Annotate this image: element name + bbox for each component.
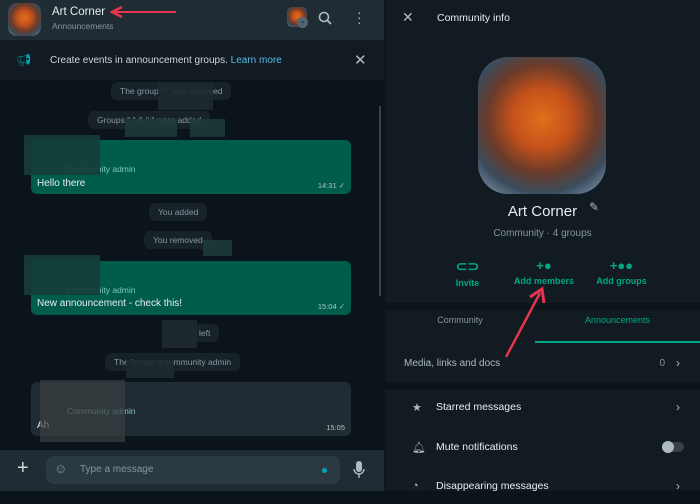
chat-title: Art Corner — [52, 6, 106, 18]
community-photo[interactable] — [478, 57, 606, 194]
community-subtitle: Community · 4 groups — [493, 228, 592, 239]
tab-announcements[interactable]: Announcements — [535, 315, 700, 325]
menu-icon[interactable]: · · · — [357, 5, 362, 29]
starred-messages-row[interactable]: ★ Starred messages › — [385, 389, 700, 425]
megaphone-icon: 📢︎ — [16, 53, 32, 67]
events-banner: 📢︎ Create events in announcement groups.… — [0, 40, 384, 80]
chevron-right-icon: › — [676, 356, 680, 370]
message-placeholder: Type a message — [80, 464, 154, 475]
panel-title: Community info — [437, 12, 510, 24]
close-icon[interactable]: ✕ — [402, 9, 414, 26]
redaction — [158, 82, 213, 110]
annotation-arrow — [504, 286, 546, 358]
banner-text: Create events in announcement groups. — [50, 54, 228, 66]
avatar-redaction — [24, 255, 100, 295]
community-name: Art Corner — [507, 203, 578, 220]
redaction — [203, 240, 232, 256]
chevron-down-icon[interactable]: ⌄ — [297, 17, 308, 28]
active-tab-indicator — [535, 341, 700, 343]
close-banner-icon[interactable]: ✕ — [354, 51, 367, 69]
add-group-icon: +●● — [609, 258, 634, 273]
message-text: Hello there — [37, 178, 86, 189]
link-icon: ⊂⊃ — [455, 258, 480, 274]
add-members-button[interactable]: +● Add members — [505, 258, 583, 286]
bell-icon: 🔔︎ — [412, 441, 426, 454]
star-icon: ★ — [412, 401, 422, 414]
chat-header[interactable]: Art Corner Announcements ⌄ · · · — [0, 0, 384, 40]
scrollbar[interactable] — [379, 106, 381, 296]
divider — [385, 382, 700, 389]
learn-more-link[interactable]: Learn more — [231, 55, 282, 66]
timer-icon: ◔ — [412, 480, 419, 492]
redaction — [190, 119, 225, 137]
message-list[interactable]: The group " " was removed Groups " " & "… — [0, 80, 384, 450]
annotation-arrow — [109, 6, 176, 18]
edit-pencil-icon[interactable]: ✎ — [589, 200, 599, 214]
community-info-panel: ✕ Community info Art Corner ✎ Community … — [385, 0, 700, 493]
disappearing-messages-row[interactable]: ◔ Disappearing messages › — [385, 468, 700, 504]
chat-subtitle: Announcements — [52, 21, 114, 31]
mute-toggle[interactable] — [662, 441, 684, 453]
avatar-redaction — [24, 135, 100, 175]
avatar-redaction — [40, 380, 125, 442]
redaction — [126, 360, 174, 378]
mute-notifications-row[interactable]: 🔔︎ Mute notifications — [385, 429, 700, 465]
media-count: 0 — [659, 357, 665, 369]
community-avatar[interactable] — [8, 3, 41, 36]
search-icon[interactable] — [318, 11, 332, 25]
message-time: 15:05 — [326, 423, 345, 432]
chevron-right-icon: › — [676, 400, 680, 414]
compose-bar: + ☺ Type a message — [0, 450, 384, 491]
system-message: You removed — [144, 231, 212, 249]
message-time: 15:04 ✓ — [317, 302, 345, 311]
redaction — [162, 320, 197, 348]
system-message: You added — [149, 203, 208, 221]
sticker-icon[interactable]: ☺ — [54, 461, 67, 476]
add-groups-button[interactable]: +●● Add groups — [585, 258, 658, 286]
status-dot — [322, 468, 327, 473]
attach-plus-icon[interactable]: + — [17, 457, 29, 480]
redaction — [125, 119, 177, 137]
message-input[interactable]: ☺ Type a message — [46, 456, 340, 484]
chat-panel: Art Corner Announcements ⌄ · · · 📢︎ Create… — [0, 0, 384, 491]
message-time: 14:31 ✓ — [317, 181, 345, 190]
microphone-icon[interactable] — [353, 461, 365, 479]
add-person-icon: +● — [536, 258, 552, 273]
invite-button[interactable]: ⊂⊃ Invite — [440, 258, 495, 288]
message-text: New announcement - check this! — [37, 298, 183, 309]
